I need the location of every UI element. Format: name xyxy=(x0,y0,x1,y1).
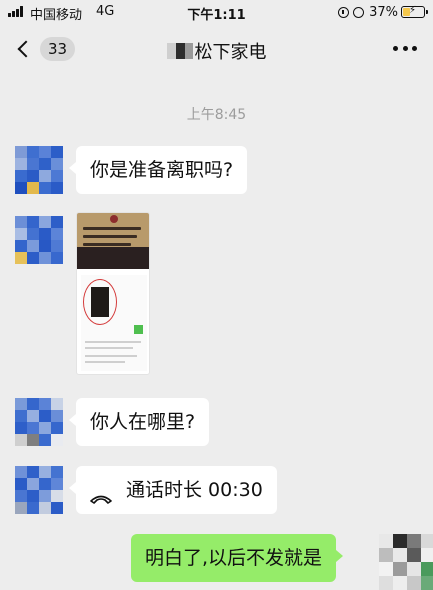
image-message[interactable] xyxy=(76,212,150,375)
contact-avatar[interactable] xyxy=(15,216,63,264)
battery-percent: 37% xyxy=(369,4,398,20)
redacted-name xyxy=(166,43,193,59)
chat-title: 松下家电 xyxy=(0,38,433,64)
phone-hangup-icon xyxy=(90,486,112,504)
contact-avatar[interactable] xyxy=(15,466,63,514)
message-bubble[interactable]: 你是准备离职吗? xyxy=(68,146,248,194)
message-timestamp: 上午8:45 xyxy=(186,107,247,123)
post-screenshot xyxy=(81,275,147,371)
more-options-icon[interactable] xyxy=(393,40,417,56)
lock-rotation-icon xyxy=(338,6,350,18)
red-circle-mark xyxy=(83,279,117,325)
message-bubble[interactable]: 你人在哪里? xyxy=(68,398,210,446)
chat-title-text: 松下家电 xyxy=(194,42,267,63)
poster-image xyxy=(77,213,149,269)
contact-avatar[interactable] xyxy=(15,398,63,446)
chat-header: 33 松下家电 xyxy=(0,26,433,72)
call-duration-label: 通话时长 00:30 xyxy=(126,479,263,501)
status-bar: 中国移动 4G 下午1:11 37% ⚡ xyxy=(0,0,433,26)
voice-call-record[interactable]: 通话时长 00:30 xyxy=(69,466,277,514)
alarm-icon xyxy=(353,6,365,18)
my-avatar[interactable] xyxy=(379,534,433,590)
contact-avatar[interactable] xyxy=(15,146,63,194)
battery-charging-icon: ⚡ xyxy=(401,5,428,18)
outgoing-message-bubble[interactable]: 明白了,以后不发就是 xyxy=(131,534,344,582)
